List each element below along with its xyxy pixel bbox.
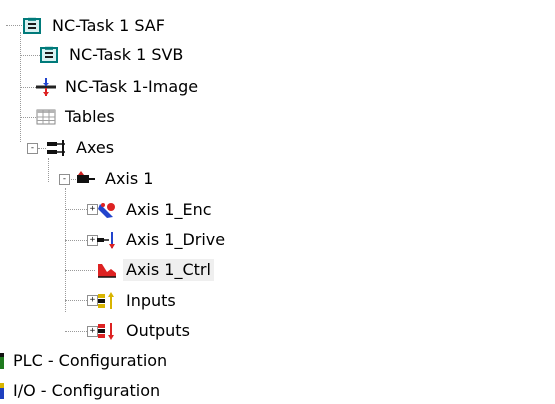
axis-icon [76,170,96,188]
tree-line [48,158,49,182]
inputs-icon [97,292,117,310]
tree-item-label: Axis 1_Ctrl [123,259,214,281]
tree-item-label: Axes [76,138,115,157]
tree-item-nc-task-svb[interactable]: NC-Task 1 SVB [40,43,186,67]
tree-item-nc-task-image[interactable]: NC-Task 1-Image [36,75,201,99]
controller-icon [97,261,117,279]
collapse-toggle-axes[interactable]: - [27,143,38,154]
tree-line [65,270,95,271]
tree-item-label: NC-Task 1 SVB [69,45,184,64]
tree-item-label: I/O - Configuration [13,381,161,400]
tree-item-io-configuration[interactable]: I/O - Configuration [0,379,163,403]
tree-item-label: Axis 1_Enc [126,200,212,219]
tree-item-label: Tables [65,107,115,126]
tree-item-axis1-drive[interactable]: Axis 1_Drive [97,228,228,252]
tree-item-label: Axis 1 [105,169,154,188]
tree-item-plc-configuration[interactable]: PLC - Configuration [0,349,170,373]
tree-line [65,188,66,312]
tree-item-label: PLC - Configuration [13,351,168,370]
tree-item-label: Outputs [126,321,190,340]
tree-item-axis1-enc[interactable]: Axis 1_Enc [97,198,215,222]
tree-item-label: NC-Task 1 SAF [52,16,165,35]
tree-item-axis1-ctrl[interactable]: Axis 1_Ctrl [97,258,214,282]
tree-item-inputs[interactable]: Inputs [97,289,179,313]
axes-icon [47,139,67,157]
tree-line [20,117,36,118]
tree-line [20,87,36,88]
image-icon [36,78,56,96]
collapse-toggle-axis1[interactable]: - [59,174,70,185]
table-icon [36,108,56,126]
tree-item-outputs[interactable]: Outputs [97,319,193,343]
encoder-icon [97,201,117,219]
tree-item-label: Inputs [126,291,176,310]
tree-item-nc-task-saf[interactable]: NC-Task 1 SAF [23,14,168,38]
io-icon [0,382,6,400]
task-icon [40,46,60,64]
drive-icon [97,231,117,249]
tree-line [38,148,46,149]
tree-item-label: NC-Task 1-Image [65,77,199,96]
tree-line [20,55,40,56]
tree-item-axis1[interactable]: Axis 1 [76,167,156,191]
outputs-icon [97,322,117,340]
tree-line [6,25,22,26]
plc-icon [0,352,6,370]
task-icon [23,17,43,35]
tree-item-label: Axis 1_Drive [126,230,226,249]
tree-item-tables[interactable]: Tables [36,105,118,129]
tree-item-axes[interactable]: Axes [47,136,117,160]
